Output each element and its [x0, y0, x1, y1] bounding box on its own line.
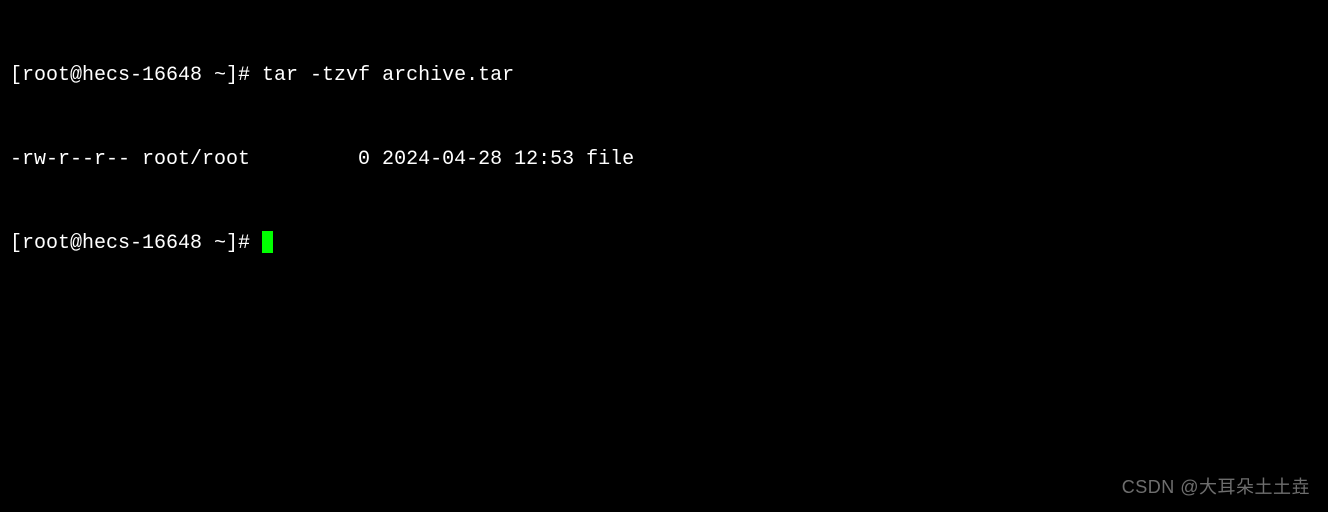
shell-prompt: [root@hecs-16648 ~]# [10, 64, 262, 87]
command-output: -rw-r--r-- root/root 0 2024-04-28 12:53 … [10, 148, 634, 171]
terminal-window[interactable]: [root@hecs-16648 ~]# tar -tzvf archive.t… [10, 6, 1318, 286]
terminal-line-1: [root@hecs-16648 ~]# tar -tzvf archive.t… [10, 62, 1318, 90]
watermark-text: CSDN @大耳朵土土垚 [1122, 475, 1310, 500]
terminal-line-2: -rw-r--r-- root/root 0 2024-04-28 12:53 … [10, 146, 1318, 174]
terminal-line-3: [root@hecs-16648 ~]# [10, 230, 1318, 258]
shell-prompt: [root@hecs-16648 ~]# [10, 232, 262, 255]
cursor-icon [262, 231, 273, 253]
command-text: tar -tzvf archive.tar [262, 64, 514, 87]
